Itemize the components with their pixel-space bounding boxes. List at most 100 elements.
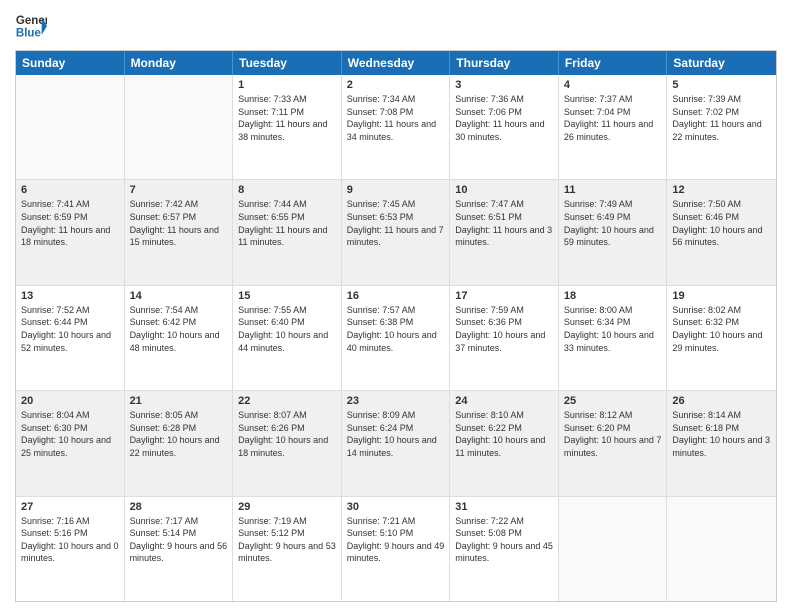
day-number: 29 [238,501,336,513]
calendar-cell: 19Sunrise: 8:02 AM Sunset: 6:32 PM Dayli… [667,286,776,390]
day-number: 11 [564,184,662,196]
header-day-thursday: Thursday [450,51,559,75]
calendar-cell [559,497,668,601]
calendar-cell: 17Sunrise: 7:59 AM Sunset: 6:36 PM Dayli… [450,286,559,390]
day-info: Sunrise: 7:52 AM Sunset: 6:44 PM Dayligh… [21,304,119,354]
day-info: Sunrise: 8:14 AM Sunset: 6:18 PM Dayligh… [672,409,771,459]
calendar-cell: 16Sunrise: 7:57 AM Sunset: 6:38 PM Dayli… [342,286,451,390]
day-info: Sunrise: 7:19 AM Sunset: 5:12 PM Dayligh… [238,515,336,565]
logo-icon: General Blue [15,10,47,42]
calendar-cell: 29 Sunrise: 7:19 AM Sunset: 5:12 PM Dayli… [233,497,342,601]
day-info: Sunrise: 7:49 AM Sunset: 6:49 PM Dayligh… [564,198,662,248]
header-day-tuesday: Tuesday [233,51,342,75]
day-number: 6 [21,184,119,196]
day-info: Sunrise: 8:07 AM Sunset: 6:26 PM Dayligh… [238,409,336,459]
day-info: Sunrise: 7:45 AM Sunset: 6:53 PM Dayligh… [347,198,445,248]
day-number: 24 [455,395,553,407]
day-info: Sunrise: 7:37 AM Sunset: 7:04 PM Dayligh… [564,93,662,143]
svg-text:Blue: Blue [16,28,42,40]
calendar-cell: 24 Sunrise: 8:10 AM Sunset: 6:22 PM Dayli… [450,391,559,495]
day-number: 12 [672,184,771,196]
calendar-cell: 15 Sunrise: 7:55 AM Sunset: 6:40 PM Dayli… [233,286,342,390]
day-info: Sunrise: 8:10 AM Sunset: 6:22 PM Dayligh… [455,409,553,459]
day-number: 4 [564,79,662,91]
day-info: Sunrise: 7:50 AM Sunset: 6:46 PM Dayligh… [672,198,771,248]
day-info: Sunrise: 7:47 AM Sunset: 6:51 PM Dayligh… [455,198,553,248]
calendar-row-3: 13 Sunrise: 7:52 AM Sunset: 6:44 PM Dayli… [16,285,776,390]
day-number: 18 [564,290,662,302]
day-info: Sunrise: 7:16 AM Sunset: 5:16 PM Dayligh… [21,515,119,565]
day-number: 15 [238,290,336,302]
calendar-cell: 8 Sunrise: 7:44 AM Sunset: 6:55 PM Daylig… [233,180,342,284]
day-number: 31 [455,501,553,513]
day-number: 28 [130,501,228,513]
calendar-cell: 14Sunrise: 7:54 AM Sunset: 6:42 PM Dayli… [125,286,234,390]
day-number: 13 [21,290,119,302]
day-number: 10 [455,184,553,196]
calendar-cell: 13 Sunrise: 7:52 AM Sunset: 6:44 PM Dayli… [16,286,125,390]
day-info: Sunrise: 7:39 AM Sunset: 7:02 PM Dayligh… [672,93,771,143]
day-number: 16 [347,290,445,302]
day-number: 1 [238,79,336,91]
day-info: Sunrise: 8:00 AM Sunset: 6:34 PM Dayligh… [564,304,662,354]
calendar-grid: SundayMondayTuesdayWednesdayThursdayFrid… [15,50,777,602]
day-number: 5 [672,79,771,91]
calendar-cell: 9Sunrise: 7:45 AM Sunset: 6:53 PM Daylig… [342,180,451,284]
calendar-cell [125,75,234,179]
calendar-cell [667,497,776,601]
header-day-sunday: Sunday [16,51,125,75]
day-number: 21 [130,395,228,407]
calendar-cell: 11 Sunrise: 7:49 AM Sunset: 6:49 PM Dayli… [559,180,668,284]
day-info: Sunrise: 7:21 AM Sunset: 5:10 PM Dayligh… [347,515,445,565]
calendar-row-5: 27 Sunrise: 7:16 AM Sunset: 5:16 PM Dayli… [16,496,776,601]
day-number: 25 [564,395,662,407]
calendar-cell: 1 Sunrise: 7:33 AM Sunset: 7:11 PM Daylig… [233,75,342,179]
calendar-cell: 26Sunrise: 8:14 AM Sunset: 6:18 PM Dayli… [667,391,776,495]
day-number: 27 [21,501,119,513]
day-info: Sunrise: 7:41 AM Sunset: 6:59 PM Dayligh… [21,198,119,248]
day-number: 7 [130,184,228,196]
calendar-body: 1 Sunrise: 7:33 AM Sunset: 7:11 PM Daylig… [16,75,776,601]
day-info: Sunrise: 8:09 AM Sunset: 6:24 PM Dayligh… [347,409,445,459]
calendar-row-1: 1 Sunrise: 7:33 AM Sunset: 7:11 PM Daylig… [16,75,776,179]
calendar-cell: 6 Sunrise: 7:41 AM Sunset: 6:59 PM Daylig… [16,180,125,284]
day-number: 23 [347,395,445,407]
calendar-cell: 22 Sunrise: 8:07 AM Sunset: 6:26 PM Dayli… [233,391,342,495]
day-number: 14 [130,290,228,302]
calendar-cell: 2 Sunrise: 7:34 AM Sunset: 7:08 PM Daylig… [342,75,451,179]
calendar-row-4: 20 Sunrise: 8:04 AM Sunset: 6:30 PM Dayli… [16,390,776,495]
logo: General Blue [15,10,47,42]
day-number: 20 [21,395,119,407]
calendar-cell: 27 Sunrise: 7:16 AM Sunset: 5:16 PM Dayli… [16,497,125,601]
header-day-saturday: Saturday [667,51,776,75]
day-info: Sunrise: 7:42 AM Sunset: 6:57 PM Dayligh… [130,198,228,248]
day-number: 8 [238,184,336,196]
day-info: Sunrise: 7:33 AM Sunset: 7:11 PM Dayligh… [238,93,336,143]
day-number: 30 [347,501,445,513]
day-number: 2 [347,79,445,91]
day-info: Sunrise: 8:04 AM Sunset: 6:30 PM Dayligh… [21,409,119,459]
calendar-cell: 3Sunrise: 7:36 AM Sunset: 7:06 PM Daylig… [450,75,559,179]
calendar-cell: 7 Sunrise: 7:42 AM Sunset: 6:57 PM Daylig… [125,180,234,284]
calendar-cell: 23 Sunrise: 8:09 AM Sunset: 6:24 PM Dayli… [342,391,451,495]
calendar-row-2: 6 Sunrise: 7:41 AM Sunset: 6:59 PM Daylig… [16,179,776,284]
calendar-cell: 4 Sunrise: 7:37 AM Sunset: 7:04 PM Daylig… [559,75,668,179]
calendar-cell: 10 Sunrise: 7:47 AM Sunset: 6:51 PM Dayli… [450,180,559,284]
calendar-cell: 25Sunrise: 8:12 AM Sunset: 6:20 PM Dayli… [559,391,668,495]
day-number: 17 [455,290,553,302]
day-number: 22 [238,395,336,407]
day-info: Sunrise: 7:55 AM Sunset: 6:40 PM Dayligh… [238,304,336,354]
calendar-page: General Blue SundayMondayTuesdayWednesda… [0,0,792,612]
header-day-friday: Friday [559,51,668,75]
day-info: Sunrise: 7:44 AM Sunset: 6:55 PM Dayligh… [238,198,336,248]
day-number: 19 [672,290,771,302]
day-info: Sunrise: 8:05 AM Sunset: 6:28 PM Dayligh… [130,409,228,459]
calendar-cell: 18 Sunrise: 8:00 AM Sunset: 6:34 PM Dayli… [559,286,668,390]
calendar-cell: 21 Sunrise: 8:05 AM Sunset: 6:28 PM Dayli… [125,391,234,495]
calendar-cell: 31Sunrise: 7:22 AM Sunset: 5:08 PM Dayli… [450,497,559,601]
calendar-header: SundayMondayTuesdayWednesdayThursdayFrid… [16,51,776,75]
calendar-cell: 12 Sunrise: 7:50 AM Sunset: 6:46 PM Dayli… [667,180,776,284]
calendar-cell [16,75,125,179]
day-info: Sunrise: 7:17 AM Sunset: 5:14 PM Dayligh… [130,515,228,565]
day-info: Sunrise: 7:34 AM Sunset: 7:08 PM Dayligh… [347,93,445,143]
